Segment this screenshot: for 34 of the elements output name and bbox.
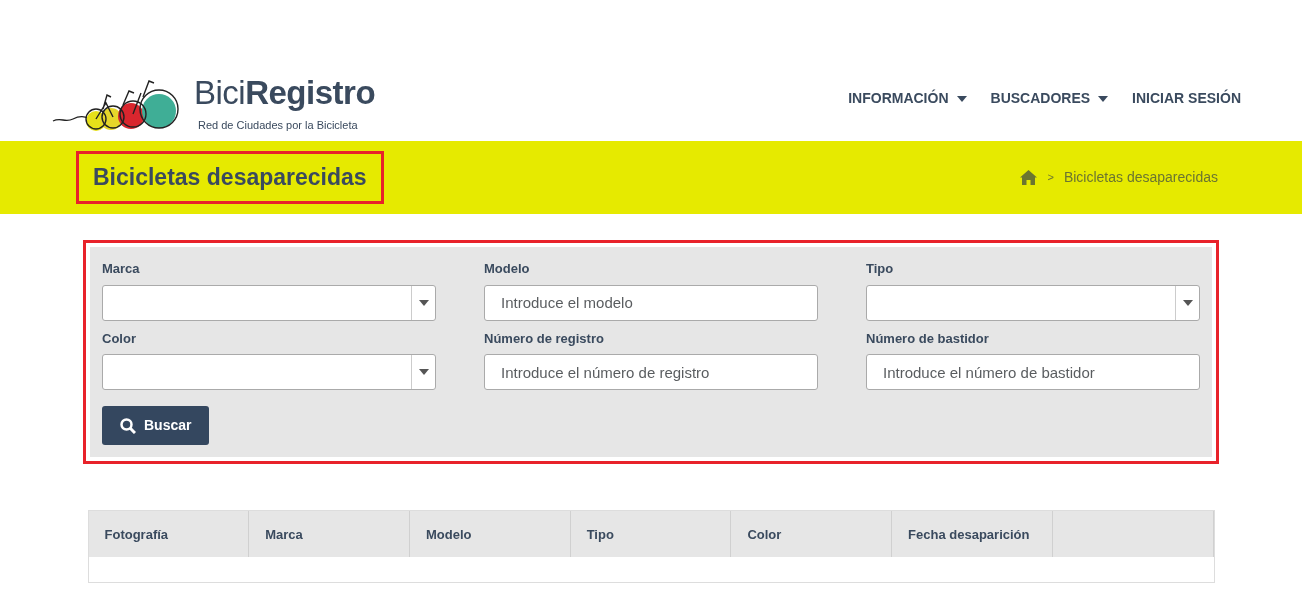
- caret-icon: [418, 299, 429, 306]
- caret-icon: [418, 369, 429, 375]
- input-field[interactable]: Introduce el número de registro: [484, 354, 818, 390]
- search-icon: [120, 417, 136, 434]
- home-icon[interactable]: [1020, 170, 1038, 185]
- field-label: Número de bastidor: [866, 329, 990, 348]
- dropdown-field[interactable]: [866, 284, 1200, 321]
- nav-link[interactable]: INICIAR SESIÓN: [1132, 88, 1241, 109]
- field-label: Color: [102, 329, 137, 348]
- page-title: Bicicletas desaparecidas: [92, 162, 368, 192]
- field-label: Marca: [102, 260, 141, 278]
- caret-icon: [1182, 299, 1193, 306]
- field-label: Número de registro: [484, 329, 605, 348]
- breadcrumb-current: Bicicletas desaparecidas: [1063, 168, 1218, 187]
- column-header: Marca: [249, 511, 410, 557]
- field-label: Modelo: [484, 260, 531, 278]
- caret-icon: [1098, 95, 1109, 102]
- logo-text: BiciRegistro: [194, 75, 376, 109]
- dropdown-field[interactable]: [102, 284, 436, 321]
- input-field[interactable]: Introduce el modelo: [484, 284, 818, 321]
- search-button[interactable]: Buscar: [102, 406, 210, 445]
- column-header: Tipo: [570, 511, 732, 557]
- column-header: Fecha desaparición: [892, 511, 1053, 557]
- caret-icon: [956, 95, 967, 102]
- dropdown-menu-link[interactable]: INFORMACIÓN: [848, 88, 967, 109]
- column-header: Color: [731, 511, 893, 557]
- column-header: Modelo: [409, 511, 571, 557]
- breadcrumb-separator: >: [1047, 170, 1054, 186]
- dropdown-field[interactable]: [102, 354, 436, 390]
- field-label: Tipo: [866, 260, 895, 278]
- input-field[interactable]: Introduce el número de bastidor: [866, 354, 1200, 390]
- column-header: Fotografía: [88, 511, 250, 557]
- dropdown-menu-link[interactable]: BUSCADORES: [990, 88, 1109, 109]
- logo-tagline: Red de Ciudades por la Bicicleta: [198, 117, 359, 133]
